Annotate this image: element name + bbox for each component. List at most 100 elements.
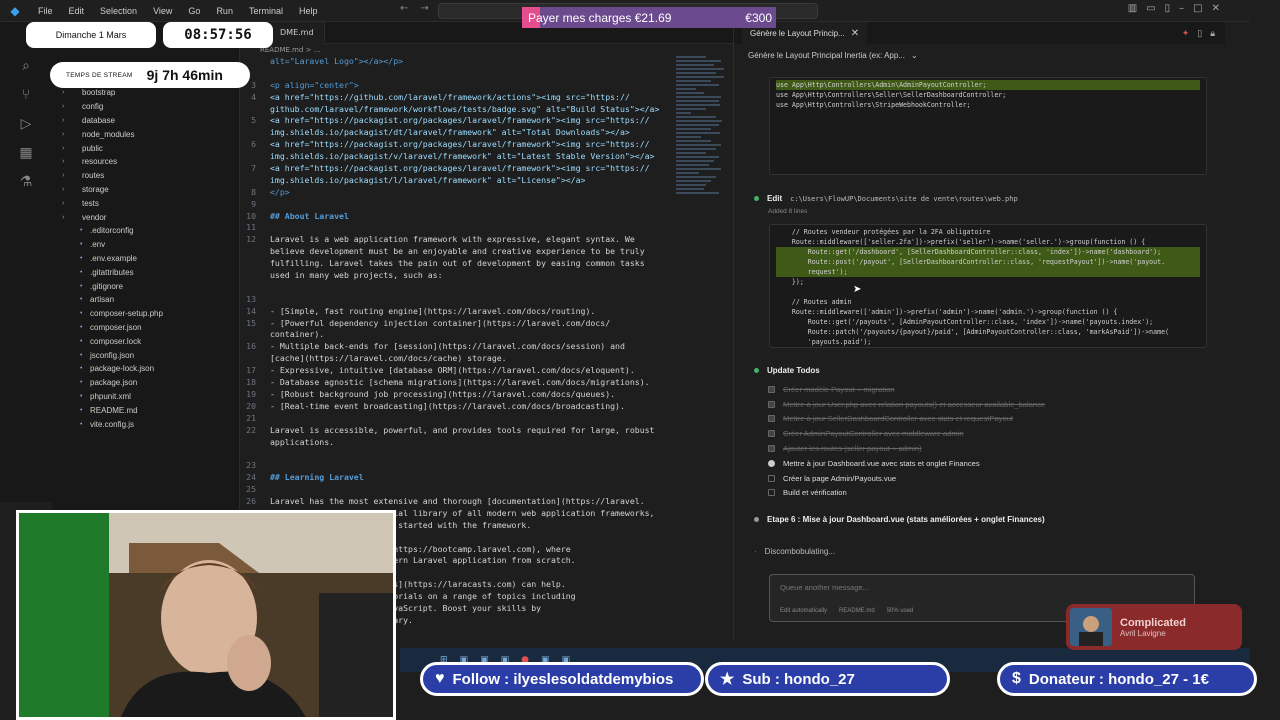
tree-item-label: package-lock.json [90,364,155,374]
close-icon[interactable]: ✕ [851,28,859,39]
tree-item-label: composer-setup.php [90,309,163,319]
tree-file[interactable]: • README.md [62,403,237,417]
back-arrow-icon[interactable]: ← [400,3,408,14]
sidebar-icon[interactable]: ▯ [1165,3,1171,14]
line-number: 15 [246,317,256,328]
code-text: <a href="https://github.com/laravel/fram… [270,91,630,102]
minimap-line [676,68,724,70]
code-text: Laravel is accessible, powerful, and pro… [270,424,655,435]
edit-mode-toggle[interactable]: Edit automatically [780,608,827,614]
edit-step-path[interactable]: c:\Users\FlowUP\Documents\site de vente\… [790,195,1018,203]
code-text: fulfilling. Laravel takes the pain out o… [270,258,645,269]
tree-file[interactable]: • jsconfig.json [62,348,237,362]
minimap[interactable] [676,56,726,196]
update-todos-step: Update Todos [754,366,820,375]
code-text: container). [270,329,325,340]
code-text: applications. [270,436,335,447]
session-title[interactable]: Génère le Layout Principal Inertia (ex: … [734,44,1225,66]
code-line: 10 ## About Laravel [240,211,670,223]
file-icon: • [80,296,83,304]
chevron-right-icon: › [62,116,65,124]
code-text: <p align="center"> [270,79,359,90]
menu-item[interactable]: Go [180,6,208,16]
code-line: 14 - [Simple, fast routing engine](https:… [240,306,670,318]
code-line: 11 [240,222,670,234]
tree-file[interactable]: • .editorconfig [62,224,237,238]
chat-panel: Génère le Layout Princip... ✕ ✦ ▯ 🔒︎ Gén… [733,22,1225,642]
code-line: alt="Laravel Logo"></a></p> [240,56,670,68]
run-debug-icon[interactable]: ▷ [21,116,32,132]
todo-item: Créer modèle Payout + migration [768,382,1188,397]
file-icon: • [80,337,83,345]
search-icon[interactable]: ⌕ [22,58,30,74]
tree-folder[interactable]: › database [62,114,237,128]
tree-file[interactable]: • .env.example [62,252,237,266]
minimap-line [676,76,724,78]
tree-file[interactable]: • package.json [62,376,237,390]
line-number [240,448,270,460]
line-number [240,127,270,139]
menu-item[interactable]: Selection [92,6,145,16]
vscode-logo-icon: ◆ [10,3,20,18]
tree-folder[interactable]: › bootstrap [62,86,237,100]
minimap-line [676,64,714,66]
minimize-icon[interactable]: – [1179,3,1184,14]
extensions-icon[interactable]: ▦ [19,145,32,161]
editor-tab-readme[interactable]: DME.md [270,21,325,44]
spark-icon[interactable]: ✦ [1182,28,1190,39]
tree-folder[interactable]: › public [62,141,237,155]
edit-step: Edit c:\Users\FlowUP\Documents\site de v… [754,194,1018,203]
forward-arrow-icon[interactable]: → [420,3,428,14]
todo-item: Build et vérification [768,486,1188,501]
code-text: believe development must be an enjoyable… [270,246,645,257]
tree-file[interactable]: • .gitattributes [62,265,237,279]
code-text: [cache](https://laravel.com/docs/cache) … [270,353,507,364]
code-line [240,282,670,294]
menu-item[interactable]: View [145,6,180,16]
code-line: container). [240,329,670,341]
tree-folder[interactable]: › storage [62,183,237,197]
tree-folder[interactable]: › node_modules [62,127,237,141]
tree-file[interactable]: • vite.config.js [62,417,237,431]
split-icon[interactable]: ▯ [1197,28,1202,39]
menu-item[interactable]: Edit [61,6,93,16]
tree-file[interactable]: • package-lock.json [62,362,237,376]
panel-icon[interactable]: ▭ [1146,3,1155,14]
tree-folder[interactable]: › config [62,100,237,114]
maximize-icon[interactable]: □ [1193,3,1202,14]
tree-file[interactable]: • composer.lock [62,334,237,348]
tree-folder[interactable]: › routes [62,169,237,183]
tree-folder[interactable]: › resources [62,155,237,169]
tree-file[interactable]: • composer.json [62,321,237,335]
context-file-chip[interactable]: README.md [839,608,875,614]
code-line: 5 <a href="https://packagist.org/packages… [240,115,670,127]
line-number [240,282,270,294]
layout-icon[interactable]: ▥ [1128,3,1137,14]
file-icon: • [80,227,83,235]
tree-file[interactable]: • artisan [62,293,237,307]
file-icon: • [80,392,83,400]
minimap-line [676,108,706,110]
chevron-right-icon: › [62,103,65,111]
menu-item[interactable]: Run [208,6,241,16]
tree-file[interactable]: • composer-setup.php [62,307,237,321]
menu-item[interactable]: File [30,6,61,16]
lock-icon[interactable]: 🔒︎ [1210,28,1215,39]
chevron-right-icon: › [62,199,65,207]
tree-folder[interactable]: › tests [62,196,237,210]
minimap-line [676,152,706,154]
follow-text: Follow : ilyeslesoldatdemybios [452,670,674,688]
tree-folder[interactable]: › vendor [62,210,237,224]
menu-item[interactable]: Help [291,6,326,16]
menu-item[interactable]: Terminal [241,6,291,16]
tree-item-label: node_modules [82,129,135,139]
tree-file[interactable]: • .gitignore [62,279,237,293]
code-text: <a href="https://packagist.org/packages/… [270,115,650,126]
tree-item-label: composer.json [90,322,142,332]
close-window-icon[interactable]: ✕ [1212,3,1220,14]
code-text: <a href="https://packagist.org/packages/… [270,139,650,150]
source-control-icon[interactable]: ⑂ [22,87,30,103]
tree-file[interactable]: • phpunit.xml [62,390,237,404]
tree-file[interactable]: • .env [62,238,237,252]
testing-icon[interactable]: ⚗ [20,174,33,190]
